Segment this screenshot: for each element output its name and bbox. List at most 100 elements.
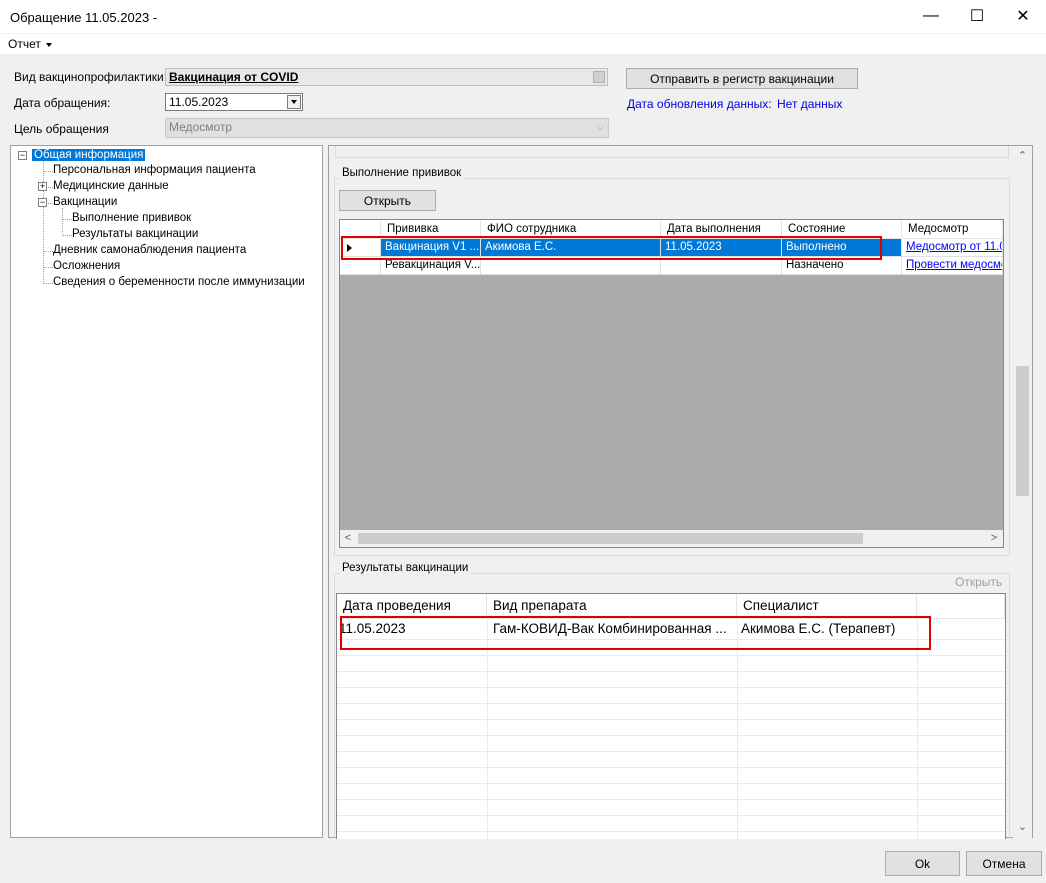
update-date-label: Дата обновления данных: xyxy=(627,97,772,111)
tree-item-vaccinations[interactable]: Вакцинации xyxy=(53,196,117,208)
scroll-left-icon[interactable]: < xyxy=(342,532,354,544)
table-cell-link[interactable]: Провести медосмо xyxy=(902,257,1003,275)
vaccination-results-title: Результаты вакцинации xyxy=(339,562,472,574)
medical-exam-link[interactable]: Медосмотр от 11.05 xyxy=(906,241,1002,253)
grid-row-line xyxy=(337,751,1005,752)
scroll-thumb[interactable] xyxy=(358,533,863,544)
column-header[interactable]: ФИО сотрудника xyxy=(481,220,661,239)
horizontal-scrollbar[interactable]: < > xyxy=(340,530,1003,547)
vertical-scrollbar[interactable]: ⌃ ⌄ xyxy=(1013,146,1032,839)
table-cell-link[interactable]: Медосмотр от 11.05 xyxy=(902,239,1003,257)
grid-row-line xyxy=(337,767,1005,768)
table-cell[interactable] xyxy=(661,257,782,275)
collapse-icon[interactable]: − xyxy=(38,198,47,207)
column-header[interactable]: Прививка xyxy=(381,220,481,239)
column-header[interactable]: Вид препарата xyxy=(487,594,737,619)
grid-row-line xyxy=(337,703,1005,704)
column-header[interactable]: Состояние xyxy=(782,220,902,239)
table-cell[interactable]: 11.05.2023 xyxy=(337,621,487,636)
grid-row-line xyxy=(337,799,1005,800)
navigation-tree: − Общая информация Персональная информац… xyxy=(10,145,323,838)
grid-row-line xyxy=(337,719,1005,720)
vaccinations-grid: Прививка ФИО сотрудника Дата выполнения … xyxy=(339,219,1004,548)
table-cell[interactable] xyxy=(481,257,661,275)
grid-row-line xyxy=(337,639,1005,640)
table-cell[interactable]: Акимова Е.С. xyxy=(481,239,661,257)
chevron-down-icon: ⌵ xyxy=(596,122,604,133)
update-date-value: Нет данных xyxy=(777,97,843,111)
prophylaxis-value: Вакцинация от COVID xyxy=(169,70,299,84)
scroll-thumb[interactable] xyxy=(1016,366,1029,496)
results-grid: Дата проведения Вид препарата Специалист… xyxy=(336,593,1006,840)
column-header[interactable]: Дата выполнения xyxy=(661,220,782,239)
grid-row-line xyxy=(337,735,1005,736)
tree-item-general-info[interactable]: Общая информация xyxy=(32,149,146,161)
grid-row-line xyxy=(337,831,1005,832)
ok-button[interactable]: Ok xyxy=(885,851,960,876)
content-panel: Выполнение прививок Открыть Прививка ФИО… xyxy=(328,145,1033,840)
row-pointer-icon xyxy=(347,244,352,252)
menu-report[interactable]: Отчет xyxy=(8,37,52,51)
close-button[interactable]: ✕ xyxy=(1000,0,1046,32)
tree-item-medical-data[interactable]: Медицинские данные xyxy=(53,180,169,192)
column-header[interactable]: Дата проведения xyxy=(337,594,487,619)
prophylaxis-label: Вид вакцинопрофилактики: xyxy=(14,70,168,84)
grid-column-line xyxy=(737,619,738,840)
table-cell[interactable]: Выполнено xyxy=(782,239,902,257)
dropdown-button[interactable] xyxy=(287,95,301,109)
chevron-down-icon xyxy=(45,42,52,47)
title-bar: Обращение 11.05.2023 - — ☐ ✕ xyxy=(0,0,1046,34)
grid-row-line xyxy=(337,783,1005,784)
table-cell[interactable]: Акимова Е.С. (Терапевт) xyxy=(737,621,917,636)
date-label: Дата обращения: xyxy=(14,96,111,110)
column-header[interactable]: Медосмотр xyxy=(902,220,1003,239)
column-header-empty xyxy=(917,594,1005,619)
tree-item-vaccine-execution[interactable]: Выполнение прививок xyxy=(72,212,191,224)
conduct-exam-link[interactable]: Провести медосмо xyxy=(906,259,1002,271)
row-header-corner xyxy=(340,220,381,239)
tree-item-vaccination-results[interactable]: Результаты вакцинации xyxy=(72,228,198,240)
table-cell[interactable]: 11.05.2023 xyxy=(661,239,782,257)
menu-bar: Отчет xyxy=(0,34,1046,54)
date-picker[interactable]: 11.05.2023 xyxy=(165,93,303,111)
tree-item-personal-info[interactable]: Персональная информация пациента xyxy=(53,164,256,176)
scroll-up-icon[interactable]: ⌃ xyxy=(1016,149,1029,162)
purpose-value: Медосмотр xyxy=(169,120,233,134)
scroll-down-icon[interactable]: ⌄ xyxy=(1016,820,1029,833)
menu-report-label: Отчет xyxy=(8,37,41,51)
chevron-down-icon xyxy=(291,100,297,104)
grid-column-line xyxy=(487,619,488,840)
table-cell[interactable]: Назначено xyxy=(782,257,902,275)
grid-column-line xyxy=(917,619,918,840)
tree-item-complications[interactable]: Осложнения xyxy=(53,260,120,272)
prophylaxis-field[interactable]: Вакцинация от COVID xyxy=(165,68,608,86)
window-title: Обращение 11.05.2023 - xyxy=(10,10,158,25)
grid-row-line xyxy=(337,687,1005,688)
vaccine-execution-title: Выполнение прививок xyxy=(339,167,465,179)
open-results-button[interactable]: Открыть xyxy=(955,575,1002,589)
send-to-registry-button[interactable]: Отправить в регистр вакцинации xyxy=(626,68,858,89)
grid-row-line xyxy=(337,815,1005,816)
maximize-button[interactable]: ☐ xyxy=(954,0,1000,32)
collapse-icon[interactable]: − xyxy=(18,151,27,160)
table-cell[interactable]: Гам-КОВИД-Вак Комбинированная ... xyxy=(487,621,737,636)
purpose-label: Цель обращения xyxy=(14,122,109,136)
row-indicator[interactable] xyxy=(340,257,381,275)
purpose-select[interactable]: Медосмотр ⌵ xyxy=(165,118,609,138)
expand-icon[interactable]: + xyxy=(38,182,47,191)
table-cell[interactable]: Ревакцинация V... xyxy=(381,257,481,275)
scroll-right-icon[interactable]: > xyxy=(988,532,1000,544)
tree-item-self-observation-diary[interactable]: Дневник самонаблюдения пациента xyxy=(53,244,246,256)
column-header[interactable]: Специалист xyxy=(737,594,917,619)
lookup-icon[interactable] xyxy=(593,71,605,83)
previous-section-edge xyxy=(335,146,1009,158)
cancel-button[interactable]: Отмена xyxy=(966,851,1042,876)
table-cell[interactable]: Вакцинация V1 ... xyxy=(381,239,481,257)
row-indicator[interactable] xyxy=(340,239,381,257)
open-vaccination-button[interactable]: Открыть xyxy=(339,190,436,211)
grid-row-line xyxy=(337,655,1005,656)
minimize-button[interactable]: — xyxy=(908,0,954,32)
tree-item-pregnancy-info[interactable]: Сведения о беременности после иммунизаци… xyxy=(53,276,305,288)
date-value: 11.05.2023 xyxy=(169,95,229,109)
grid-row-line xyxy=(337,671,1005,672)
